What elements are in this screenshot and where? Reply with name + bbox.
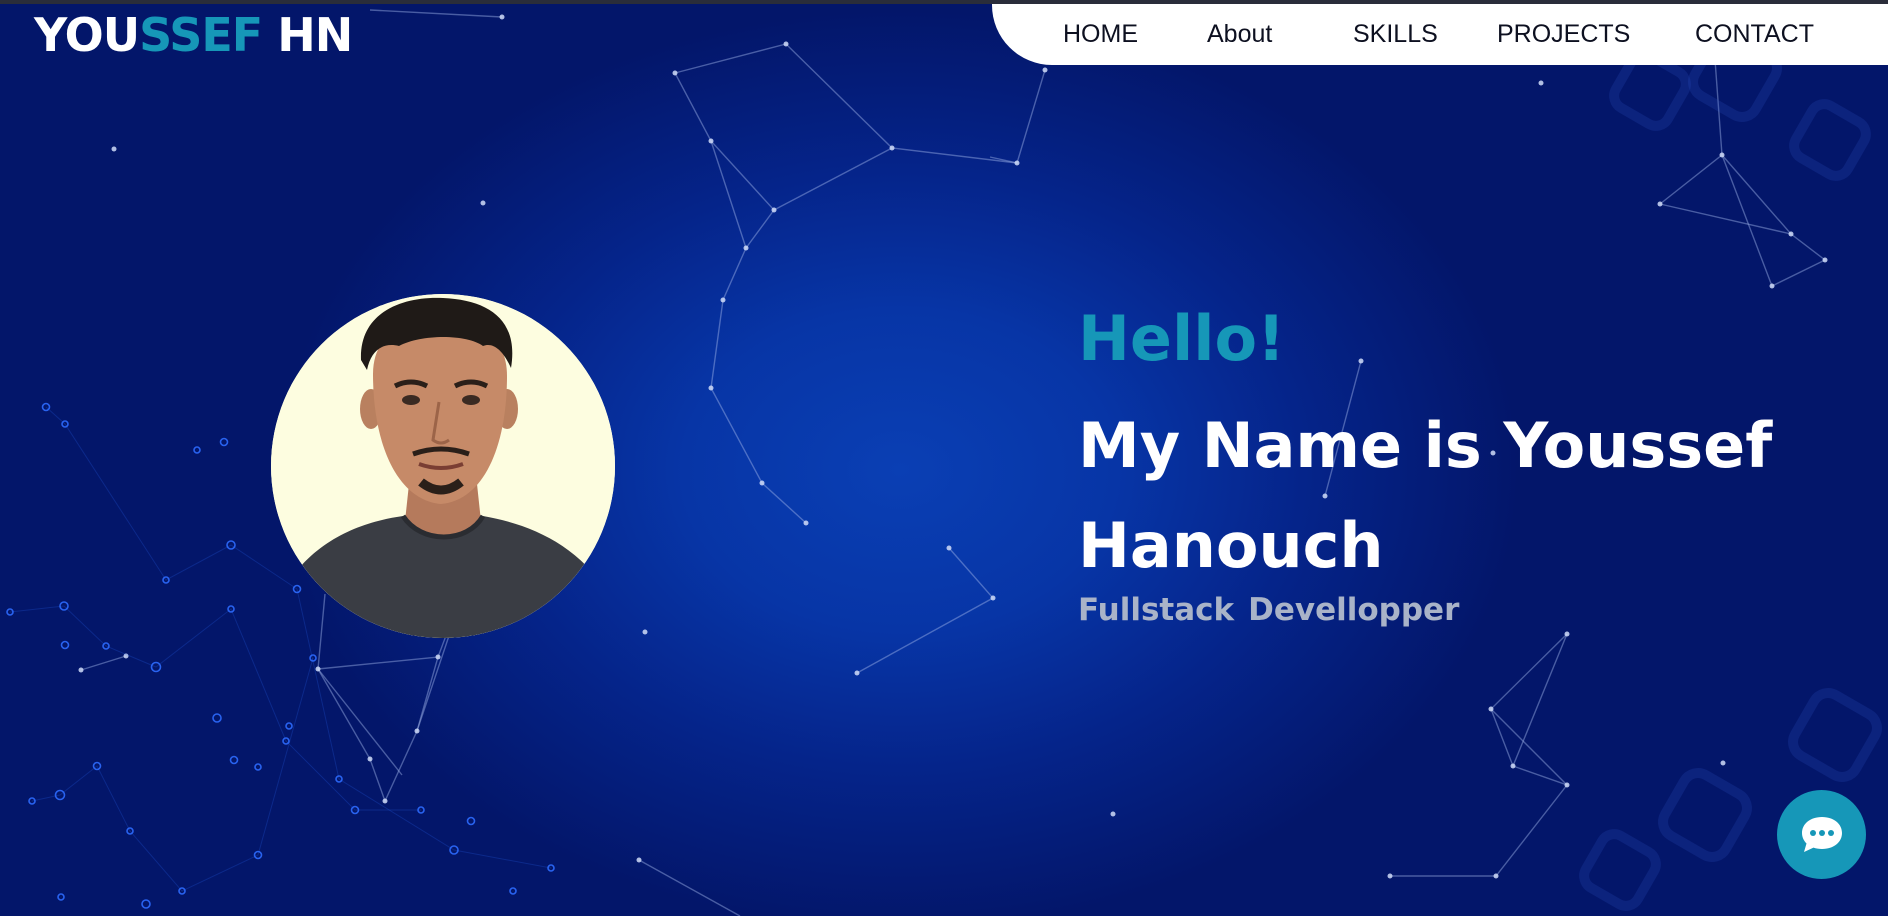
chat-button[interactable] <box>1777 790 1866 879</box>
hero-role: Fullstack Devellopper <box>1078 592 1459 628</box>
hero-name-heading: My Name is Youssef Hanouch <box>1078 409 1773 582</box>
profile-photo <box>271 294 615 638</box>
site-logo[interactable]: YOUSSEF HN <box>34 8 353 62</box>
logo-part-hn: HN <box>262 8 353 62</box>
nav-link-contact[interactable]: CONTACT <box>1695 4 1814 65</box>
profile-portrait-illustration <box>271 294 615 638</box>
nav-link-projects[interactable]: PROJECTS <box>1497 4 1630 65</box>
logo-part-ssef: SSEF <box>139 8 263 62</box>
logo-part-you: YOU <box>34 8 140 62</box>
hero-role-word-1: Fullstack <box>1078 592 1235 628</box>
chat-bubble-icon <box>1801 816 1842 852</box>
nav-link-skills[interactable]: SKILLS <box>1353 4 1438 65</box>
nav-link-home[interactable]: HOME <box>1063 4 1138 65</box>
hero-greeting: Hello! <box>1078 302 1286 375</box>
hero-role-word-2: Devellopper <box>1248 592 1460 628</box>
top-navigation: HOME About SKILLS PROJECTS CONTACT <box>992 4 1888 65</box>
nav-link-about[interactable]: About <box>1207 4 1272 65</box>
